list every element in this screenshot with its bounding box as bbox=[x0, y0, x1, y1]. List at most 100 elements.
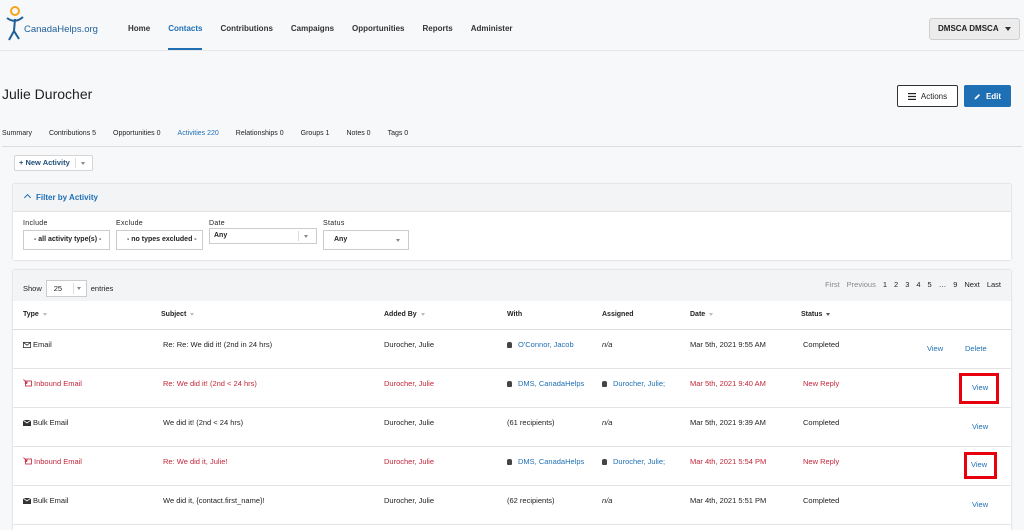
with-cell[interactable]: DMS, CanadaHelps bbox=[507, 379, 584, 388]
added-by-cell: Durocher, Julie bbox=[384, 457, 435, 466]
date-label: Date bbox=[209, 220, 225, 227]
type-label: Email bbox=[33, 340, 52, 349]
contact-tabs: Summary Contributions 5 Opportunities 0 … bbox=[2, 128, 1022, 147]
nav-contacts[interactable]: Contacts bbox=[168, 0, 203, 50]
exclude-value: - no types excluded - bbox=[127, 236, 197, 243]
assigned-cell[interactable]: Durocher, Julie; bbox=[602, 379, 665, 388]
page-length-select[interactable]: 25 bbox=[45, 280, 87, 297]
type-cell: Email bbox=[23, 340, 52, 349]
with-cell[interactable]: DMS, CanadaHelps bbox=[507, 457, 584, 466]
date-cell: Mar 4th, 2021 5:54 PM bbox=[690, 457, 767, 466]
exclude-select[interactable]: - no types excluded - bbox=[116, 230, 203, 250]
subject-cell: Re: Re: We did it! (2nd in 24 hrs) bbox=[163, 340, 273, 349]
nav-reports[interactable]: Reports bbox=[422, 0, 452, 50]
header-date[interactable]: Date bbox=[690, 311, 714, 318]
tab-activities[interactable]: Activities 220 bbox=[178, 128, 219, 146]
filter-header[interactable]: Filter by Activity bbox=[13, 184, 1011, 212]
view-link[interactable]: View bbox=[972, 422, 988, 431]
pager-page-5[interactable]: 5 bbox=[928, 280, 932, 289]
nav-administer[interactable]: Administer bbox=[471, 0, 513, 50]
with-cell[interactable]: O'Connor, Jacob bbox=[507, 340, 574, 349]
tab-opportunities[interactable]: Opportunities 0 bbox=[113, 128, 160, 146]
type-label: Bulk Email bbox=[33, 496, 69, 505]
with-name: O'Connor, Jacob bbox=[518, 340, 574, 349]
type-label: Inbound Email bbox=[34, 379, 82, 388]
header-status[interactable]: Status bbox=[801, 311, 831, 318]
type-cell: Bulk Email bbox=[23, 496, 68, 505]
nav-contributions[interactable]: Contributions bbox=[220, 0, 272, 50]
canadahelps-logo[interactable]: CanadaHelps.org bbox=[2, 4, 98, 44]
type-cell: Inbound Email bbox=[23, 457, 82, 466]
tab-summary[interactable]: Summary bbox=[2, 128, 32, 146]
status-cell: Completed bbox=[803, 340, 840, 349]
entries-label: entries bbox=[90, 284, 114, 293]
pager-page-4[interactable]: 4 bbox=[916, 280, 920, 289]
main-nav: Home Contacts Contributions Campaigns Op… bbox=[128, 0, 531, 50]
pager-page-1[interactable]: 1 bbox=[883, 280, 887, 289]
tab-contributions[interactable]: Contributions 5 bbox=[49, 128, 96, 146]
header-type-label: Type bbox=[23, 311, 39, 318]
edit-button[interactable]: Edit bbox=[964, 85, 1011, 107]
view-link[interactable]: View bbox=[972, 500, 988, 509]
added-by-cell: Durocher, Julie bbox=[384, 379, 435, 388]
pager-ellipsis: … bbox=[938, 280, 947, 289]
chevron-down-icon[interactable] bbox=[81, 162, 85, 165]
pager-page-3[interactable]: 3 bbox=[905, 280, 909, 289]
chevron-down-icon bbox=[396, 239, 400, 242]
type-cell: Bulk Email bbox=[23, 418, 68, 427]
nav-campaigns[interactable]: Campaigns bbox=[291, 0, 334, 50]
pager-last[interactable]: Last bbox=[987, 280, 1001, 289]
pager-page-9[interactable]: 9 bbox=[953, 280, 957, 289]
page-title: Julie Durocher bbox=[2, 86, 93, 102]
chevron-down-icon bbox=[1005, 27, 1011, 31]
assigned-cell[interactable]: Durocher, Julie; bbox=[602, 457, 665, 466]
status-select[interactable]: Any bbox=[323, 230, 409, 250]
date-value: Any bbox=[214, 232, 228, 239]
tab-notes[interactable]: Notes 0 bbox=[346, 128, 370, 146]
tab-relationships[interactable]: Relationships 0 bbox=[236, 128, 284, 146]
assigned-cell: n/a bbox=[602, 340, 613, 349]
pencil-icon bbox=[974, 93, 980, 99]
subject-cell: Re: We did it, Julie! bbox=[163, 457, 228, 466]
inbound-email-icon bbox=[23, 379, 32, 387]
pager-page-2[interactable]: 2 bbox=[894, 280, 898, 289]
sort-icon bbox=[709, 312, 714, 316]
actions-button[interactable]: Actions bbox=[897, 85, 958, 107]
top-navigation-bar: CanadaHelps.org Home Contacts Contributi… bbox=[0, 0, 1024, 51]
nav-opportunities[interactable]: Opportunities bbox=[352, 0, 404, 50]
user-icon bbox=[507, 459, 512, 465]
with-name: DMS, CanadaHelps bbox=[518, 379, 585, 388]
pager-first[interactable]: First bbox=[825, 280, 840, 289]
header-type[interactable]: Type bbox=[23, 311, 47, 318]
with-name: DMS, CanadaHelps bbox=[518, 457, 585, 466]
date-select[interactable]: Any bbox=[209, 228, 317, 244]
tab-groups[interactable]: Groups 1 bbox=[301, 128, 330, 146]
user-menu-button[interactable]: DMSCA DMSCA bbox=[929, 18, 1020, 40]
status-cell: Completed bbox=[803, 496, 840, 505]
subject-cell: We did it! (2nd < 24 hrs) bbox=[163, 418, 244, 427]
filter-title: Filter by Activity bbox=[36, 193, 98, 202]
delete-link[interactable]: Delete bbox=[965, 344, 987, 353]
header-added-by-label: Added By bbox=[384, 311, 417, 318]
chevron-down-icon bbox=[304, 235, 308, 238]
chevron-down-icon bbox=[76, 287, 81, 290]
header-added-by[interactable]: Added By bbox=[384, 311, 425, 318]
type-label: Inbound Email bbox=[34, 457, 82, 466]
table-row: Inbound Email Re: We did it, Julie! Duro… bbox=[13, 447, 1011, 486]
header-subject[interactable]: Subject bbox=[161, 311, 195, 318]
sort-icon bbox=[42, 312, 47, 316]
view-link[interactable]: View bbox=[927, 344, 943, 353]
pager-next[interactable]: Next bbox=[964, 280, 979, 289]
table-row: Inbound Email Re: We did it! (2nd < 24 h… bbox=[13, 369, 1011, 408]
include-select[interactable]: - all activity type(s) - bbox=[23, 230, 110, 250]
nav-home[interactable]: Home bbox=[128, 0, 150, 50]
table-row: Bulk Email We did it, {contact.first_nam… bbox=[13, 486, 1011, 525]
new-activity-label: + New Activity bbox=[19, 158, 70, 167]
new-activity-button[interactable]: + New Activity bbox=[14, 155, 93, 171]
header-date-label: Date bbox=[690, 311, 706, 318]
status-value: Any bbox=[334, 236, 348, 243]
pager-previous[interactable]: Previous bbox=[847, 280, 876, 289]
tab-tags[interactable]: Tags 0 bbox=[388, 128, 409, 146]
user-name: DMSCA DMSCA bbox=[938, 24, 999, 33]
table-controls: Show 25 entries First Previous 1 2 3 4 5… bbox=[13, 270, 1011, 301]
